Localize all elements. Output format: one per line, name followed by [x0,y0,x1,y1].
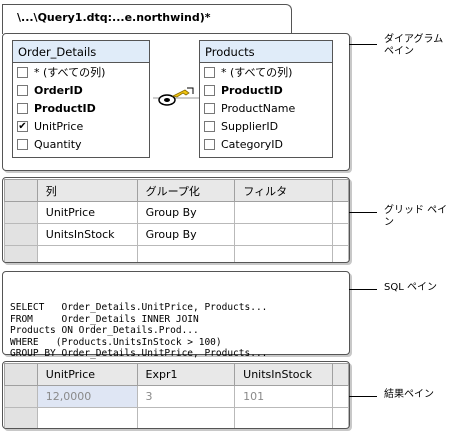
grid-cell-empty[interactable] [36,245,138,262]
sql-line[interactable]: WHERE (Products.UnitsInStock > 100) [10,337,349,349]
diagram-pane[interactable]: Order_Details * (すべての列) OrderID ProductID ✔… [2,33,350,171]
sql-line[interactable]: Products ON Order_Details.Prod... [10,325,349,337]
checkbox[interactable] [17,84,28,96]
grid-header-column[interactable]: 列 [36,179,138,202]
table-order-details[interactable]: Order_Details * (すべての列) OrderID ProductID ✔… [12,40,150,158]
grid-cell-column[interactable]: UnitPrice [36,201,138,224]
results-corner[interactable] [4,363,38,386]
table-products[interactable]: Products * (すべての列) ProductID ProductName Su… [199,40,333,158]
column-label: Quantity [34,137,82,151]
checkbox[interactable] [17,66,28,78]
key-join-icon [153,87,199,106]
sql-line[interactable]: SELECT Order_Details.UnitPrice, Products… [10,302,349,314]
grid-row[interactable]: UnitsInStock Group By [4,223,349,246]
grid-cell-filter[interactable] [234,201,334,224]
products-column-row[interactable]: * (すべての列) [200,63,332,81]
column-label: * (すべての列) [34,66,106,79]
grid-cell-empty[interactable] [332,245,349,262]
row-selector[interactable] [4,385,38,408]
grid-header-extra[interactable] [332,179,349,202]
results-header-extra[interactable] [332,363,349,386]
checkbox[interactable] [204,66,215,78]
callout-leader [349,289,377,290]
callout-leader [349,44,377,45]
checkbox[interactable] [204,102,215,114]
document-tab[interactable]: \...\Query1.dtq:...e.northwind)* [2,4,292,34]
results-row[interactable]: 12,0000 3 101 [4,385,349,408]
results-cell-empty[interactable] [136,407,236,428]
grid-cell-empty[interactable] [234,245,334,262]
callout-grid-pane: グリッド ペイン [384,205,448,228]
column-label: * (すべての列) [221,66,293,79]
grid-cell-extra[interactable] [332,223,349,246]
order_details-column-row[interactable]: OrderID [13,81,149,99]
column-label: SupplierID [221,119,279,133]
checkbox[interactable] [17,102,28,114]
grid-row[interactable]: UnitPrice Group By [4,201,349,224]
table-title-products[interactable]: Products [200,41,332,63]
grid-cell-groupby[interactable]: Group By [136,201,236,224]
row-selector[interactable] [4,245,38,262]
sql-text[interactable]: SELECT Order_Details.UnitPrice, Products… [10,302,349,360]
results-row-empty[interactable] [4,407,349,428]
results-cell-empty[interactable] [234,407,334,428]
grid-cell-filter[interactable] [234,223,334,246]
grid-row-empty[interactable] [4,245,349,262]
checkbox[interactable] [17,138,28,150]
grid-header-groupby[interactable]: グループ化 [136,179,236,202]
checkbox[interactable] [204,138,215,150]
column-label: UnitPrice [34,119,84,133]
results-header-expr1[interactable]: Expr1 [136,363,236,386]
checkbox[interactable] [204,120,215,132]
column-label: OrderID [34,83,83,97]
grid-cell-column[interactable]: UnitsInStock [36,223,138,246]
callout-diagram-pane: ダイアグラム ペイン [384,34,444,57]
column-label: ProductID [34,101,96,115]
grid-cell-empty[interactable] [136,245,236,262]
callout-leader [349,396,377,397]
sql-pane[interactable]: SELECT Order_Details.UnitPrice, Products… [2,271,350,359]
products-column-row[interactable]: CategoryID [200,135,332,153]
order_details-column-row[interactable]: ProductID [13,99,149,117]
products-column-row[interactable]: ProductName [200,99,332,117]
results-header-unitprice[interactable]: UnitPrice [36,363,138,386]
column-label: ProductID [221,83,283,97]
results-cell-empty[interactable] [332,407,349,428]
grid-cell-extra[interactable] [332,201,349,224]
row-selector[interactable] [4,407,38,428]
sql-line[interactable]: GROUP BY Order_Details.UnitPrice, Produc… [10,348,349,360]
grid-header-filter[interactable]: フィルタ [234,179,334,202]
order_details-column-row[interactable]: Quantity [13,135,149,153]
row-selector[interactable] [4,223,38,246]
results-header-unitsinstock[interactable]: UnitsInStock [234,363,334,386]
table-title-order-details[interactable]: Order_Details [13,41,149,63]
results-pane[interactable]: UnitPrice Expr1 UnitsInStock 12,0000 3 1… [2,361,350,429]
sql-line[interactable]: FROM Order_Details INNER JOIN [10,314,349,326]
grid-corner[interactable] [4,179,38,202]
checkbox-checked[interactable]: ✔ [17,120,28,132]
grid-cell-groupby[interactable]: Group By [136,223,236,246]
grid-header-row: 列 グループ化 フィルタ [4,179,349,202]
grid-pane[interactable]: 列 グループ化 フィルタ UnitPrice Group By UnitsInS… [2,177,350,263]
results-cell-expr1[interactable]: 3 [136,385,236,408]
document-tab-title: \...\Query1.dtq:...e.northwind)* [17,11,211,24]
order_details-column-row[interactable]: ✔ UnitPrice [13,117,149,135]
callout-sql-pane: SQL ペイン [384,282,437,293]
row-selector[interactable] [4,201,38,224]
results-cell-extra[interactable] [332,385,349,408]
checkbox[interactable] [204,84,215,96]
criteria-grid[interactable]: 列 グループ化 フィルタ UnitPrice Group By UnitsInS… [4,179,349,262]
results-grid[interactable]: UnitPrice Expr1 UnitsInStock 12,0000 3 1… [4,363,349,428]
order_details-column-row[interactable]: * (すべての列) [13,63,149,81]
results-header-row: UnitPrice Expr1 UnitsInStock [4,363,349,386]
callout-leader [349,212,377,213]
results-cell-unitprice[interactable]: 12,0000 [36,385,138,408]
results-cell-unitsinstock[interactable]: 101 [234,385,334,408]
products-column-row[interactable]: SupplierID [200,117,332,135]
column-label: ProductName [221,101,296,115]
results-cell-empty[interactable] [36,407,138,428]
column-label: CategoryID [221,137,283,151]
products-column-row[interactable]: ProductID [200,81,332,99]
callout-results-pane: 結果ペイン [384,389,434,400]
